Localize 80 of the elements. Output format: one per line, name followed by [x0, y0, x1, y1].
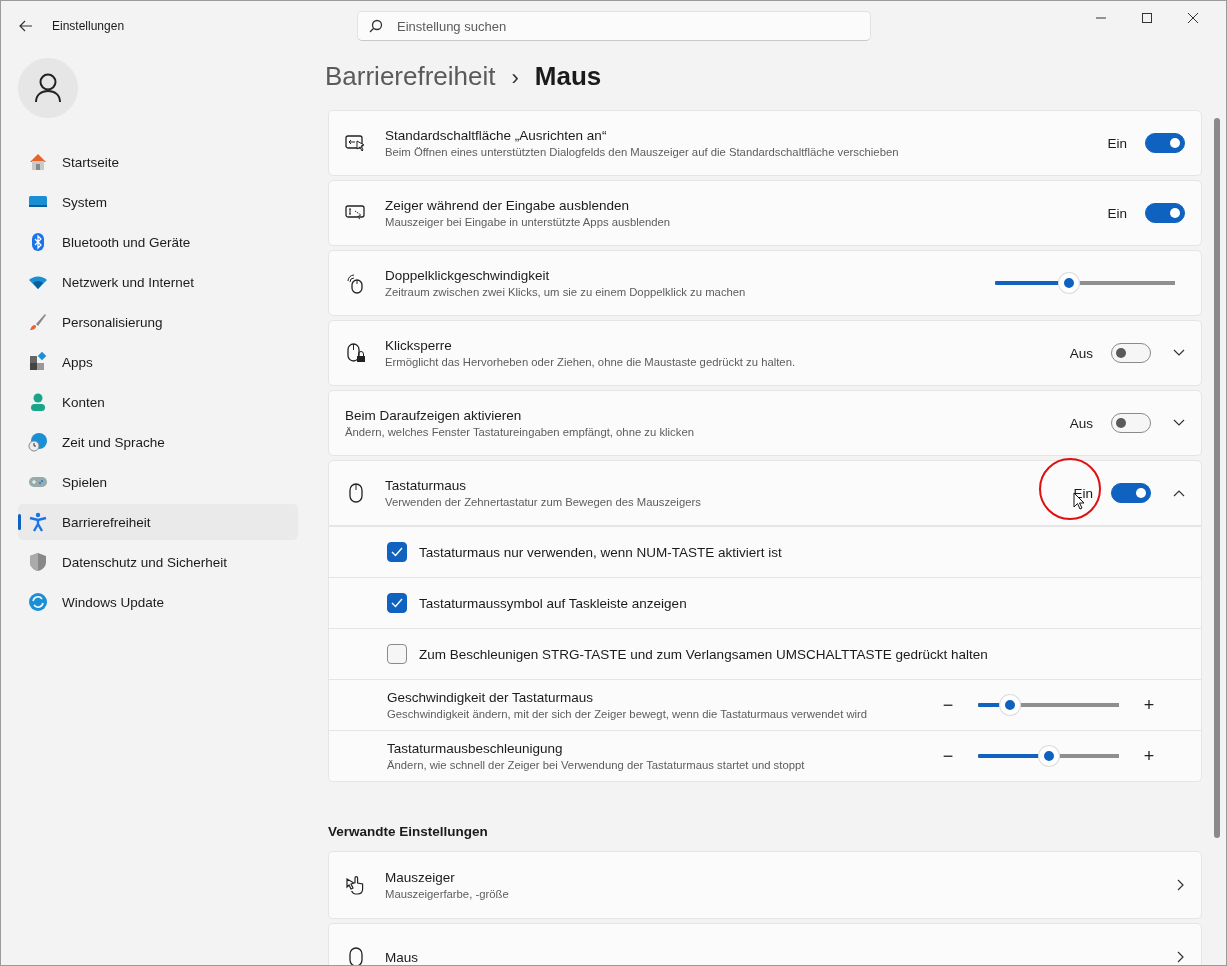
breadcrumb-link[interactable]: Barrierefreiheit: [325, 61, 496, 92]
apps-icon: [28, 352, 48, 372]
toggle-switch[interactable]: [1111, 483, 1151, 503]
pointer-snap-icon: [345, 132, 367, 154]
toggle-switch[interactable]: [1145, 133, 1185, 153]
close-icon[interactable]: [1188, 13, 1198, 23]
toggle-switch[interactable]: [1111, 343, 1151, 363]
setting-description: Zeitraum zwischen zwei Klicks, um sie zu einem Doppelklick zu machen: [385, 286, 747, 298]
window-title: Einstellungen: [52, 19, 125, 33]
section-heading: Verwandte Einstellungen: [328, 824, 489, 839]
setting-description: Geschwindigkeit ändern, mit der sich der Zeiger bewegt, wenn die Tastaturmaus verwendet wird: [387, 708, 869, 720]
checkbox-label: Tastaturmaus nur verwenden, wenn NUM-TASTE aktiviert ist: [419, 544, 782, 560]
decrease-button[interactable]: −: [940, 745, 956, 767]
toggle-switch[interactable]: [1111, 413, 1151, 433]
decrease-button[interactable]: −: [940, 694, 956, 716]
sidebar-item[interactable]: Barrierefreiheit: [18, 504, 298, 540]
toggle-state-label: Aus: [1069, 415, 1093, 431]
shield-icon: [28, 552, 48, 572]
setting-description: Ändern, wie schnell der Zeiger bei Verwendung der Tastaturmaus startet und stoppt: [387, 759, 806, 771]
related-setting-link[interactable]: Maus: [328, 923, 1202, 965]
setting-title: Maus: [385, 949, 419, 965]
person-icon: [34, 73, 62, 103]
increase-button[interactable]: +: [1141, 694, 1157, 716]
sidebar-item[interactable]: Startseite: [18, 144, 298, 180]
sidebar-item[interactable]: Konten: [18, 384, 298, 420]
breadcrumb-separator: ›: [511, 65, 519, 91]
setting-title: Tastaturmausbeschleunigung: [387, 741, 564, 756]
checkbox-label: Tastaturmaussymbol auf Taskleiste anzeigen: [419, 595, 687, 611]
setting-description: Mauszeiger bei Eingabe in unterstützte Apps ausblenden: [385, 216, 672, 228]
mouse-lock-icon: [345, 342, 367, 364]
accessibility-icon: [28, 512, 48, 532]
toggle-state-label: Aus: [1069, 345, 1093, 361]
checkbox[interactable]: [387, 593, 407, 613]
sidebar-item[interactable]: System: [18, 184, 298, 220]
toggle-switch[interactable]: [1145, 203, 1185, 223]
person-icon: [28, 392, 48, 412]
setting-description: Verwenden der Zehnertastatur zum Bewegen des Mauszeigers: [385, 496, 702, 508]
setting-title: Geschwindigkeit der Tastaturmaus: [387, 690, 595, 705]
back-arrow-icon[interactable]: [19, 20, 33, 32]
search-icon: [369, 19, 383, 33]
brush-icon: [28, 312, 48, 332]
checkmark-icon: [391, 598, 403, 608]
chevron-right-icon: [1177, 951, 1185, 963]
toggle-state-label: Ein: [1107, 205, 1127, 221]
search-field[interactable]: Einstellung suchen: [357, 11, 871, 41]
setting-title: Beim Daraufzeigen aktivieren: [345, 408, 523, 423]
setting-description: Ändern, welches Fenster Tastatureingaben empfängt, ohne zu klicken: [345, 426, 695, 438]
related-setting-link[interactable]: Mauszeiger Mauszeigerfarbe, -größe: [328, 851, 1202, 919]
setting-title: Standardschaltfläche „Ausrichten an“: [385, 128, 608, 143]
sidebar-item[interactable]: Windows Update: [18, 584, 298, 620]
chevron-down-icon[interactable]: [1173, 419, 1185, 427]
increase-button[interactable]: +: [1141, 745, 1157, 767]
toggle-state-label: Ein: [1107, 135, 1127, 151]
checkbox-label: Zum Beschleunigen STRG-TASTE und zum Verlangsamen UMSCHALTTASTE gedrückt halten: [419, 646, 988, 662]
chevron-up-icon[interactable]: [1173, 489, 1185, 497]
house-icon: [28, 152, 48, 172]
setting-description: Ermöglicht das Hervorheben oder Ziehen, ohne die Maustaste gedrückt zu halten.: [385, 356, 797, 368]
globe-clock-icon: [28, 432, 48, 452]
chevron-right-icon: [1177, 879, 1185, 891]
checkbox[interactable]: [387, 644, 407, 664]
sidebar-item[interactable]: Apps: [18, 344, 298, 380]
refresh-icon: [28, 592, 48, 612]
page-title: Maus: [534, 61, 602, 92]
setting-title: Tastaturmaus: [385, 478, 468, 493]
sidebar-item[interactable]: Spielen: [18, 464, 298, 500]
setting-description: Beim Öffnen eines unterstützten Dialogfelds den Mauszeiger auf die Standardschaltfläche verschieben: [385, 146, 900, 158]
sidebar-item[interactable]: Bluetooth und Geräte: [18, 224, 298, 260]
setting-title: Klicksperre: [385, 338, 453, 353]
checkbox[interactable]: [387, 542, 407, 562]
sidebar-item[interactable]: Personalisierung: [18, 304, 298, 340]
chevron-down-icon[interactable]: [1173, 349, 1185, 357]
maximize-icon[interactable]: [1142, 13, 1152, 23]
setting-title: Zeiger während der Eingabe ausblenden: [385, 198, 630, 213]
checkmark-icon: [391, 547, 403, 557]
setting-title: Mauszeiger: [385, 870, 456, 885]
sidebar-item[interactable]: Netzwerk und Internet: [18, 264, 298, 300]
sidebar-item[interactable]: Zeit und Sprache: [18, 424, 298, 460]
sidebar-item[interactable]: Datenschutz und Sicherheit: [18, 544, 298, 580]
setting-description: Mauszeigerfarbe, -größe: [385, 888, 510, 900]
setting-title: Doppelklickgeschwindigkeit: [385, 268, 551, 283]
